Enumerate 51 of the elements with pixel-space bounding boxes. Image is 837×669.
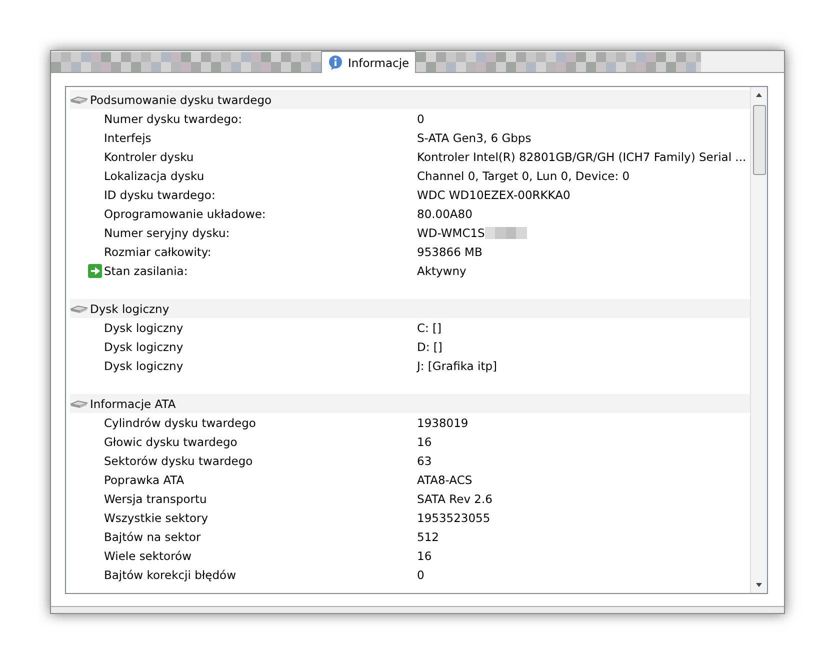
tab[interactable]: Informacje [321, 51, 416, 73]
property-label: Wiele sektorów [104, 548, 193, 562]
property-label: Kontroler dysku [104, 150, 195, 164]
property-value: 16 [417, 548, 432, 562]
property-label: Stan zasilania: [104, 264, 189, 278]
property-value: C: [] [417, 320, 442, 334]
property-label: Lokalizacja dysku [104, 168, 206, 182]
section-header[interactable]: Podsumowanie dysku twardego [70, 90, 750, 109]
property-value: 512 [417, 530, 439, 544]
property-label: Numer dysku twardego: [104, 112, 243, 126]
property-label: Poprawka ATA [104, 472, 186, 486]
property-label: Bajtów korekcji błędów [104, 568, 237, 582]
property-value: WDC WD10EZEX-00RKKA0 [417, 188, 570, 202]
property-value: 1938019 [417, 416, 468, 430]
blurred-text [484, 226, 527, 238]
property-value: 953866 MB [417, 244, 482, 258]
property-value: S-ATA Gen3, 6 Gbps [417, 130, 532, 144]
property-label: ID dysku twardego: [104, 188, 216, 202]
property-label: Oprogramowanie układowe: [104, 206, 267, 220]
property-value: 0 [417, 112, 424, 126]
property-label: Rozmiar całkowity: [104, 244, 212, 258]
property-label: Dysk logiczny [104, 320, 184, 334]
property-value: Kontroler Intel(R) 82801GB/GR/GH (ICH7 Family) Serial ... [417, 150, 746, 164]
property-value: 0 [417, 568, 424, 582]
property-label: Dysk logiczny [104, 340, 184, 354]
arrow-icon [88, 264, 102, 278]
property-value: 63 [417, 454, 432, 468]
property-value: D: [] [417, 340, 442, 354]
property-value: 16 [417, 434, 432, 448]
property-value: ATA8-ACS [417, 472, 472, 486]
property-label: Cylindrów dysku twardego [104, 416, 257, 430]
property-value: SATA Rev 2.6 [417, 492, 492, 506]
property-label: Bajtów na sektor [104, 530, 202, 544]
property-label: Wersja transportu [104, 492, 208, 506]
property-label: Interfejs [104, 130, 152, 144]
section-header[interactable]: Informacje ATA [70, 394, 750, 413]
section-header[interactable]: Dysk logiczny [70, 299, 750, 318]
property-value: 1953523055 [417, 510, 490, 524]
property-value: J: [Grafika itp] [417, 358, 497, 372]
property-label: Sektorów dysku twardego [104, 454, 254, 468]
property-value: WD-WMC1S [417, 226, 485, 240]
scroll-thumb[interactable] [752, 105, 766, 175]
property-value: Channel 0, Target 0, Lun 0, Device: 0 [417, 168, 630, 182]
property-value: 80.00A80 [417, 206, 472, 220]
scrollbar[interactable] [750, 87, 767, 593]
property-label: Głowic dysku twardego [104, 434, 238, 448]
property-label: Numer seryjny dysku: [104, 226, 231, 240]
info-icon [328, 55, 343, 70]
property-value: Aktywny [417, 264, 466, 278]
property-label: Dysk logiczny [104, 358, 184, 372]
property-label: Wszystkie sektory [104, 510, 210, 524]
